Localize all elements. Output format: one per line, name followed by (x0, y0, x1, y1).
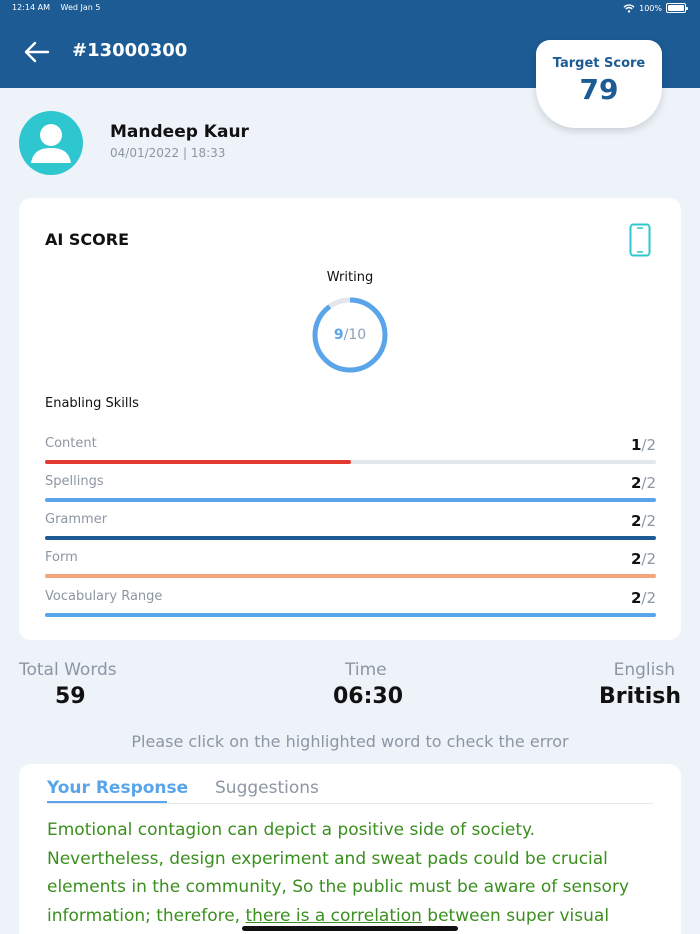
skill-score-max: /2 (641, 436, 656, 454)
skill-score-max: /2 (641, 474, 656, 492)
tab-your-response[interactable]: Your Response (47, 778, 188, 798)
tab-divider (47, 803, 653, 804)
skill-score-value: 1 (630, 436, 642, 454)
skill-progress-bar (45, 574, 656, 578)
status-date: Wed Jan 5 (60, 3, 101, 12)
hint-text: Please click on the highlighted word to … (131, 732, 569, 751)
avatar (19, 111, 83, 175)
ai-score-title: AI SCORE (45, 230, 130, 249)
skill-progress-fill (45, 536, 656, 540)
submission-date: 04/01/2022 | 18:33 (110, 146, 226, 160)
battery-percent: 100% (639, 3, 662, 13)
skill-vocabulary-range: Vocabulary Range 2/2 (45, 589, 656, 619)
english-label: English (613, 660, 675, 680)
user-name: Mandeep Kaur (110, 122, 249, 142)
skill-label: Form (45, 550, 78, 565)
home-indicator (242, 926, 458, 931)
status-bar: 12:14 AM Wed Jan 5 100% (12, 3, 688, 17)
skill-label: Spellings (45, 474, 104, 489)
skill-score: 1/2 (631, 436, 656, 454)
section-score-value: 9 (333, 327, 344, 343)
skill-progress-bar (45, 536, 656, 540)
skill-progress-fill (45, 460, 351, 464)
wifi-icon (623, 3, 635, 13)
skill-score-max: /2 (641, 589, 656, 607)
skill-score: 2/2 (631, 589, 656, 607)
skill-progress-bar (45, 613, 656, 617)
ai-score-card: AI SCORE Writing 9/10 Enabling Skills Co… (19, 198, 681, 640)
skill-score-value: 2 (630, 589, 642, 607)
skill-score-value: 2 (630, 550, 642, 568)
active-tab-indicator (47, 801, 167, 803)
target-score-label: Target Score (552, 56, 646, 71)
skill-progress-fill (45, 498, 656, 502)
skill-score-max: /2 (641, 512, 656, 530)
skill-score-max: /2 (641, 550, 656, 568)
skill-score: 2/2 (631, 512, 656, 530)
page-title: #13000300 (72, 40, 188, 61)
skill-label: Grammer (45, 512, 108, 527)
total-words-label: Total Words (19, 660, 117, 680)
time-value: 06:30 (333, 684, 404, 709)
user-icon (31, 124, 71, 163)
back-arrow-icon[interactable] (22, 40, 50, 64)
battery-icon (666, 3, 688, 13)
skill-spellings: Spellings 2/2 (45, 474, 656, 504)
status-time: 12:14 AM (12, 3, 50, 12)
response-stats: Total Words 59 Time 06:30 English Britis… (0, 660, 700, 716)
phone-icon[interactable] (629, 223, 651, 257)
skill-label: Content (45, 436, 97, 451)
target-score-card: Target Score 79 (536, 40, 662, 128)
skill-score: 2/2 (631, 550, 656, 568)
skill-label: Vocabulary Range (45, 589, 163, 604)
tab-suggestions[interactable]: Suggestions (215, 778, 319, 798)
section-label: Writing (326, 270, 374, 285)
response-text: Emotional contagion can depict a positiv… (47, 816, 657, 930)
total-words-value: 59 (55, 684, 86, 709)
response-card: Your Response Suggestions Emotional cont… (19, 764, 681, 934)
response-text-end: between super visual (421, 905, 610, 926)
enabling-skills-title: Enabling Skills (45, 396, 139, 411)
skill-form: Form 2/2 (45, 550, 656, 580)
section-score-max: /10 (343, 327, 367, 343)
english-value: British (599, 684, 681, 709)
skill-progress-bar (45, 460, 656, 464)
skill-score-value: 2 (630, 474, 642, 492)
skill-progress-fill (45, 574, 656, 578)
target-score-value: 79 (579, 73, 619, 106)
skill-progress-bar (45, 498, 656, 502)
skill-content: Content 1/2 (45, 436, 656, 466)
time-label: Time (345, 660, 387, 680)
highlighted-phrase[interactable]: there is a correlation (246, 906, 422, 926)
skill-progress-fill (45, 613, 656, 617)
section-score: 9/10 (311, 296, 389, 374)
skill-grammer: Grammer 2/2 (45, 512, 656, 542)
skill-score: 2/2 (631, 474, 656, 492)
skill-score-value: 2 (630, 512, 642, 530)
